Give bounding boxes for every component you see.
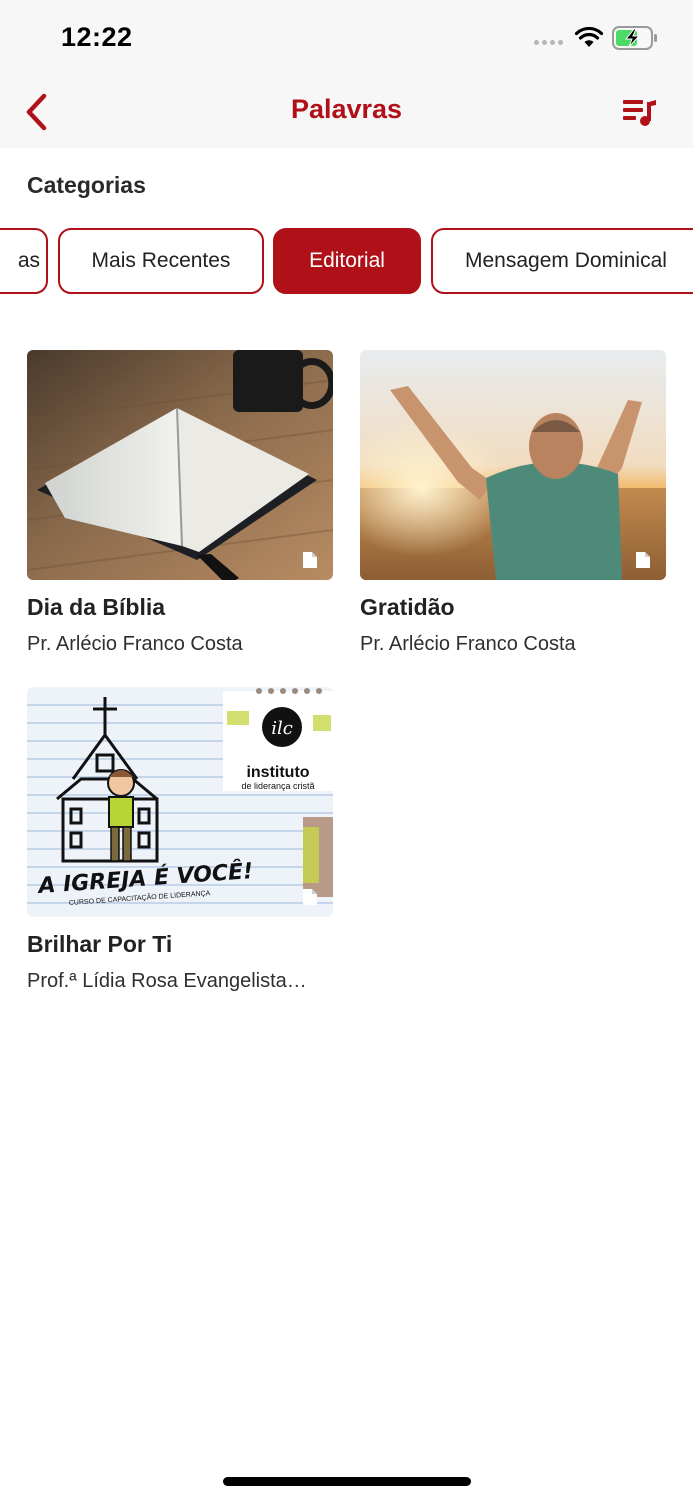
music-playlist-icon <box>623 100 656 126</box>
article-title: Dia da Bíblia <box>27 594 166 620</box>
church-illustration-image: ilc instituto de liderança cristã A IGRE… <box>27 687 333 917</box>
categories-heading: Categorias <box>27 172 146 198</box>
article-author: Prof.ª Lídia Rosa Evangelista… <box>27 970 307 992</box>
category-chip-previous[interactable]: as <box>0 228 48 294</box>
category-chip-mensagem-dominical[interactable]: Mensagem Dominical <box>431 228 693 294</box>
category-chips[interactable]: as Mais Recentes Editorial Mensagem Domi… <box>0 228 693 296</box>
logo-text: ilc <box>271 718 293 739</box>
article-thumbnail <box>27 350 333 580</box>
document-icon <box>636 552 650 568</box>
article-card[interactable]: ilc instituto de liderança cristã A IGRE… <box>27 687 333 995</box>
status-bar: 12:22 <box>0 0 693 76</box>
cellular-signal-icon <box>534 40 563 45</box>
article-author: Pr. Arlécio Franco Costa <box>360 633 576 655</box>
man-arms-raised-image <box>360 350 666 580</box>
status-time: 12:22 <box>61 22 133 52</box>
article-card[interactable]: Dia da Bíblia Pr. Arlécio Franco Costa <box>27 350 333 658</box>
institute-name: instituto <box>246 764 309 781</box>
article-author: Pr. Arlécio Franco Costa <box>27 633 243 655</box>
open-bible-image <box>27 350 333 580</box>
article-title: Gratidão <box>360 594 455 620</box>
document-icon <box>303 552 317 568</box>
navigation-bar: Palavras <box>0 76 693 148</box>
page-title: Palavras <box>290 94 403 124</box>
article-card[interactable]: Gratidão Pr. Arlécio Franco Costa <box>360 350 666 658</box>
category-chip-mais-recentes[interactable]: Mais Recentes <box>58 228 264 294</box>
battery-charging-icon <box>612 26 657 50</box>
home-indicator[interactable] <box>223 1477 471 1486</box>
article-thumbnail <box>360 350 666 580</box>
article-thumbnail: ilc instituto de liderança cristã A IGRE… <box>27 687 333 917</box>
institute-subtitle: de liderança cristã <box>241 781 314 791</box>
wifi-icon <box>574 26 604 47</box>
category-chip-editorial[interactable]: Editorial <box>273 228 421 294</box>
article-title: Brilhar Por Ti <box>27 931 173 957</box>
playlist-button[interactable] <box>616 90 664 134</box>
document-icon <box>303 889 317 905</box>
